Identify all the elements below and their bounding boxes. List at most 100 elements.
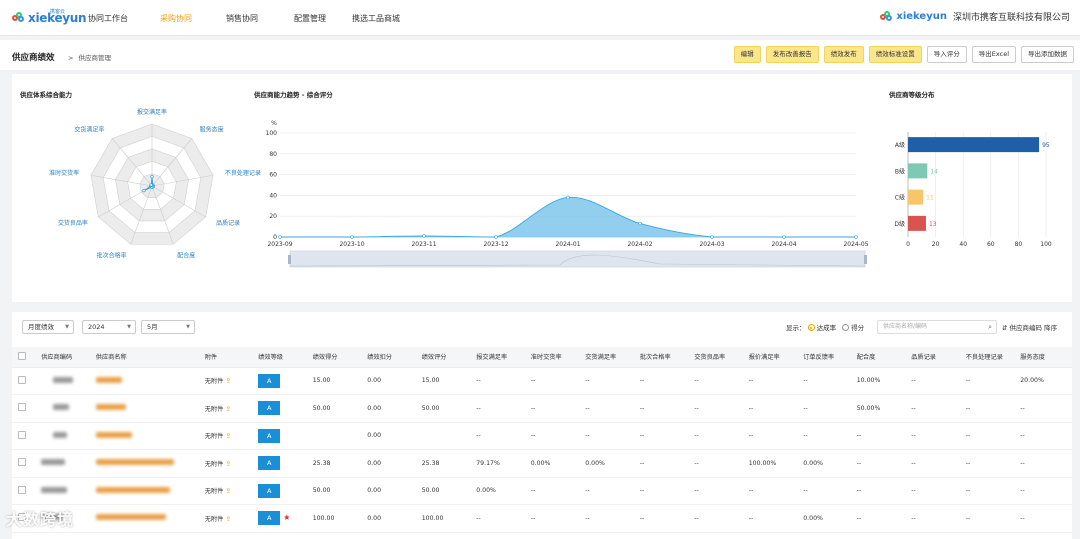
table-row[interactable]: 无附件 ⇪ A 50.00 0.00 50.00 0.00% -- -- -- -- -- -- -- --…: [12, 477, 1072, 505]
column-header[interactable]: 交货满足率: [582, 347, 637, 368]
nav-item[interactable]: 销售协同: [226, 13, 258, 24]
deduct-cell: 0.00: [364, 394, 419, 423]
period-select[interactable]: 月度绩效 ▼: [22, 320, 74, 334]
y-axis-unit: %: [271, 120, 277, 127]
chevron-down-icon: ▼: [186, 324, 190, 330]
metric-cell: 10.00%: [853, 367, 909, 395]
radio-unchecked-icon: [842, 324, 850, 331]
column-header[interactable]: 绩效等级: [255, 347, 310, 368]
search-icon[interactable]: ⌕: [988, 321, 992, 333]
nav-item[interactable]: 协同工作台: [88, 13, 128, 24]
row-checkbox[interactable]: [18, 375, 26, 384]
grade-badge: A: [258, 401, 281, 416]
performance-table-panel: 月度绩效 ▼ 2024 ▼ 5月 ▼ 显示： 达成率 得分 供应商名称/编码 ⌕ ⇵ …: [12, 312, 1072, 539]
row-checkbox[interactable]: [18, 458, 26, 467]
year-select[interactable]: 2024 ▼: [82, 320, 136, 334]
upload-icon[interactable]: ⇪: [225, 377, 231, 385]
redacted-supplier-name[interactable]: [95, 459, 174, 466]
column-header[interactable]: 订单反馈率: [800, 347, 854, 368]
column-header[interactable]: 供应商编码: [38, 347, 93, 368]
action-button[interactable]: 绩效标准设置: [868, 46, 922, 63]
column-header[interactable]: 报交满足率: [473, 347, 528, 368]
metric-cell: --: [691, 367, 746, 395]
deduct-cell: 0.00: [364, 449, 419, 478]
supplier-name-cell: [92, 394, 202, 423]
column-header[interactable]: 交货良品率: [691, 347, 746, 368]
column-header[interactable]: 绩效评分: [418, 347, 474, 368]
action-button[interactable]: 发布改善报告: [765, 46, 819, 63]
row-checkbox[interactable]: [18, 403, 26, 412]
upload-icon[interactable]: ⇪: [225, 405, 231, 413]
radio-score[interactable]: 得分: [842, 324, 864, 332]
table-row[interactable]: 无附件 ⇪ A 50.00 0.00 50.00 -- -- -- -- -- -- -- 50.00% -…: [12, 394, 1072, 423]
period-select-value: 月度绩效: [28, 323, 54, 331]
table-row[interactable]: 无附件 ⇪ A 25.38 0.00 25.38 79.17% 0.00% 0.00% -- -- 1…: [12, 449, 1072, 478]
breadcrumb-item[interactable]: 供应商管理: [79, 54, 112, 62]
grade-value-label: 14: [930, 168, 938, 175]
grade-bar: [908, 163, 928, 179]
upload-icon[interactable]: ⇪: [225, 487, 231, 495]
table-row[interactable]: 无附件 ⇪ A 0.00 -- -- -- -- -- -- -- -- -- -- --: [12, 422, 1072, 450]
sort-toggle[interactable]: ⇵ 供应商编码 降序: [1002, 322, 1057, 332]
nav-item[interactable]: 携选工品商城: [352, 13, 400, 24]
radar-point: [150, 175, 154, 179]
top-navbar: xiekeyun 携客云 协同工作台 采购协同 销售协同 配置管理 携选工品商城 xie…: [0, 0, 1080, 36]
column-header[interactable]: 绩效扣分: [364, 347, 419, 368]
logo[interactable]: xiekeyun 携客云: [12, 9, 87, 27]
column-header[interactable]: 绩效得分: [309, 347, 365, 368]
y-tick-label: 100: [266, 130, 278, 137]
action-button[interactable]: 绩效发布: [823, 46, 864, 63]
select-all-checkbox[interactable]: [18, 351, 26, 360]
x-tick-label: 2023-09: [267, 241, 292, 248]
metric-cell: --: [800, 367, 854, 395]
action-button[interactable]: 编辑: [733, 46, 761, 63]
row-checkbox[interactable]: [18, 485, 26, 494]
grade-cell: A: [255, 394, 310, 423]
metric-cell: --: [691, 504, 746, 533]
nav-item[interactable]: 配置管理: [294, 13, 326, 24]
column-header[interactable]: 批次合格率: [636, 347, 692, 368]
upload-icon[interactable]: ⇪: [225, 515, 231, 523]
grade-bar: [908, 137, 1040, 153]
column-header[interactable]: 报价满足率: [745, 347, 801, 368]
column-header[interactable]: 准时交货率: [527, 347, 583, 368]
redacted-supplier-name[interactable]: [95, 514, 166, 521]
column-header[interactable]: 品质记录: [908, 347, 963, 368]
upload-icon[interactable]: ⇪: [225, 432, 231, 440]
column-header[interactable]: 附件: [201, 347, 256, 368]
metric-cell: --: [527, 394, 583, 423]
attachment-label: 无附件: [204, 405, 224, 413]
metric-cell: --: [745, 477, 801, 505]
row-checkbox[interactable]: [18, 430, 26, 439]
column-header[interactable]: 配合度: [853, 347, 909, 368]
supplier-search-input[interactable]: 供应商名称/编码 ⌕: [877, 320, 997, 334]
redacted-supplier-name[interactable]: [95, 486, 170, 493]
action-button[interactable]: 导入评分: [926, 46, 967, 63]
redacted-supplier-name[interactable]: [95, 431, 132, 438]
column-header[interactable]: 不良处理记录: [962, 347, 1018, 368]
radio-rate[interactable]: 达成率: [807, 324, 836, 332]
upload-icon[interactable]: ⇪: [225, 460, 231, 468]
row-select-cell: [12, 394, 39, 423]
company-switcher[interactable]: xiekeyun 深圳市携客互联科技有限公司: [880, 10, 1070, 23]
column-header[interactable]: 服务态度: [1017, 347, 1072, 368]
table-row[interactable]: 无附件 ⇪ A ★ 100.00 0.00 100.00 -- -- -- -- -- -- 0.00% -…: [12, 504, 1072, 533]
metric-cell: --: [691, 422, 746, 450]
redacted-supplier-name[interactable]: [95, 404, 126, 411]
redacted-supplier-name[interactable]: [95, 376, 122, 383]
score-cell: 100.00: [309, 504, 365, 533]
action-button[interactable]: 导出添加数据: [1021, 46, 1074, 63]
table-header-row: 供应商编码 供应商名称 附件 绩效等级 绩效得分 绩效扣分 绩效评分 报交满足率 准时交货率 交货…: [12, 347, 1072, 368]
column-header[interactable]: 供应商名称: [92, 347, 202, 368]
nav-item[interactable]: 采购协同: [160, 13, 192, 24]
metric-cell: --: [908, 367, 963, 395]
month-select[interactable]: 5月 ▼: [141, 320, 195, 334]
breadcrumb: > 供应商管理: [68, 52, 111, 62]
action-button[interactable]: 导出Excel: [971, 46, 1016, 63]
table-row[interactable]: 无附件 ⇪ A 15.00 0.00 15.00 -- -- -- -- -- -- -- 10.00% -…: [12, 367, 1072, 395]
attachment-cell: 无附件 ⇪: [201, 504, 256, 533]
row-select-cell: [12, 422, 39, 450]
trend-point: [494, 235, 498, 239]
metric-cell: --: [853, 449, 909, 478]
grade-bar: [908, 189, 924, 205]
